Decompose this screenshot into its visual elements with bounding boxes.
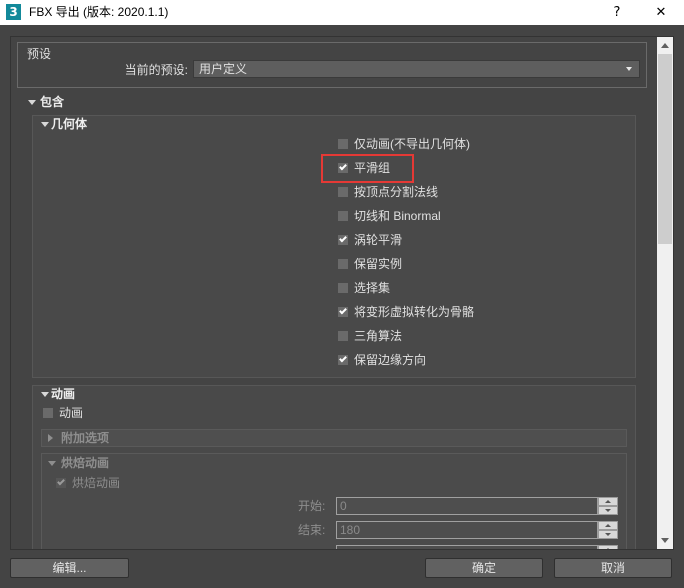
start-frame-label: 开始: bbox=[298, 499, 326, 513]
current-preset-dropdown[interactable]: 用户定义 bbox=[193, 60, 640, 78]
options-scroll-area[interactable]: 预设 当前的预设: 用户定义 包含 几何体 仅动画(不导出几何体) 平滑组 按顶… bbox=[11, 37, 657, 549]
end-frame-spinner[interactable] bbox=[598, 521, 618, 539]
ok-button[interactable]: 确定 bbox=[425, 558, 543, 578]
checkbox[interactable] bbox=[338, 259, 348, 269]
spin-up-button[interactable] bbox=[598, 521, 618, 530]
checkbox-label: 仅动画(不导出几何体) bbox=[354, 137, 470, 151]
spin-down-button[interactable] bbox=[598, 530, 618, 539]
animation-rollout-title: 动画 bbox=[51, 387, 76, 401]
step-spinner[interactable] bbox=[598, 545, 618, 549]
checkmark-icon bbox=[339, 306, 347, 315]
checkbox[interactable] bbox=[338, 139, 348, 149]
close-button[interactable]: ✕ bbox=[641, 0, 681, 25]
geometry-rollout-title: 几何体 bbox=[51, 117, 88, 131]
help-icon: ? bbox=[613, 5, 621, 20]
app-icon-glyph: 3 bbox=[9, 5, 18, 19]
close-icon: ✕ bbox=[655, 5, 667, 20]
highlight-box bbox=[321, 154, 414, 183]
chevron-down-icon bbox=[626, 67, 632, 71]
checkbox-label: 三角算法 bbox=[354, 329, 403, 343]
arrow-down-icon bbox=[661, 538, 669, 543]
help-button[interactable]: ? bbox=[600, 0, 634, 25]
spin-up-button[interactable] bbox=[598, 545, 618, 549]
checkbox[interactable] bbox=[338, 283, 348, 293]
checkmark-icon bbox=[339, 354, 347, 363]
checkbox-label: 保留实例 bbox=[354, 257, 403, 271]
extra-options-rollout[interactable]: 附加选项 bbox=[41, 429, 627, 447]
checkbox-label: 将变形虚拟转化为骨骼 bbox=[354, 305, 475, 319]
step-input[interactable] bbox=[336, 545, 598, 549]
checkbox-label: 选择集 bbox=[354, 281, 391, 295]
bake-animation-rollout: 烘焙动画 烘焙动画 开始: 0 结束: 180 bbox=[41, 453, 627, 549]
spin-up-icon bbox=[605, 524, 611, 527]
rollout-toggle-icon bbox=[41, 392, 49, 397]
spin-down-icon bbox=[605, 533, 611, 536]
checkbox[interactable] bbox=[43, 408, 53, 418]
spin-down-button[interactable] bbox=[598, 506, 618, 515]
current-preset-label: 当前的预设: bbox=[124, 63, 188, 77]
extra-options-title: 附加选项 bbox=[61, 431, 110, 445]
spin-up-icon bbox=[605, 548, 611, 549]
fbx-export-dialog: 3 FBX 导出 (版本: 2020.1.1) ? ✕ 预设 当前的预设: 用户… bbox=[0, 0, 684, 588]
title-bar: 3 FBX 导出 (版本: 2020.1.1) ? ✕ bbox=[0, 0, 684, 25]
start-frame-input[interactable]: 0 bbox=[336, 497, 598, 515]
rollout-toggle-icon bbox=[48, 434, 53, 442]
checkbox[interactable] bbox=[56, 477, 66, 488]
checkbox[interactable] bbox=[338, 331, 348, 341]
geometry-rollout: 几何体 仅动画(不导出几何体) 平滑组 按顶点分割法线 切线和 Binormal bbox=[32, 115, 636, 378]
preset-group: 预设 当前的预设: 用户定义 bbox=[17, 42, 647, 88]
checkbox-label: 按顶点分割法线 bbox=[354, 185, 439, 199]
3ds-max-icon: 3 bbox=[6, 4, 21, 20]
checkbox[interactable] bbox=[338, 211, 348, 221]
vertical-scrollbar[interactable] bbox=[657, 37, 673, 549]
include-rollout-title: 包含 bbox=[40, 95, 65, 109]
checkbox[interactable] bbox=[338, 354, 348, 365]
end-frame-label: 结束: bbox=[298, 523, 326, 537]
arrow-up-icon bbox=[661, 43, 669, 48]
end-frame-input[interactable]: 180 bbox=[336, 521, 598, 539]
scrollbar-thumb[interactable] bbox=[658, 54, 672, 244]
checkbox-label: 动画 bbox=[59, 406, 84, 420]
cancel-button[interactable]: 取消 bbox=[554, 558, 672, 578]
spin-up-button[interactable] bbox=[598, 497, 618, 506]
checkbox[interactable] bbox=[338, 306, 348, 317]
spin-down-icon bbox=[605, 509, 611, 512]
checkbox-label: 烘焙动画 bbox=[72, 476, 121, 490]
spin-up-icon bbox=[605, 500, 611, 503]
checkbox-label: 涡轮平滑 bbox=[354, 233, 403, 247]
bake-animation-title: 烘焙动画 bbox=[61, 456, 110, 470]
current-preset-value: 用户定义 bbox=[199, 62, 248, 76]
scroll-up-button[interactable] bbox=[657, 37, 673, 54]
edit-button[interactable]: 编辑... bbox=[10, 558, 129, 578]
animation-rollout: 动画 动画 附加选项 烘焙动画 烘焙动画 开始: 0 结束: 180 bbox=[32, 385, 636, 549]
checkbox[interactable] bbox=[338, 187, 348, 197]
checkmark-icon bbox=[57, 477, 65, 486]
checkbox-label: 保留边缘方向 bbox=[354, 353, 427, 367]
window-title: FBX 导出 (版本: 2020.1.1) bbox=[29, 5, 169, 19]
rollout-toggle-icon bbox=[28, 100, 36, 105]
start-frame-spinner[interactable] bbox=[598, 497, 618, 515]
include-rollout: 包含 几何体 仅动画(不导出几何体) 平滑组 按顶点分割法线 切线和 Binor… bbox=[22, 94, 647, 549]
preset-group-label: 预设 bbox=[27, 47, 52, 61]
checkbox[interactable] bbox=[338, 234, 348, 245]
rollout-toggle-icon bbox=[48, 461, 56, 466]
scroll-down-button[interactable] bbox=[657, 532, 673, 549]
checkbox-label: 切线和 Binormal bbox=[354, 209, 441, 223]
checkmark-icon bbox=[339, 234, 347, 243]
rollout-toggle-icon bbox=[41, 122, 49, 127]
